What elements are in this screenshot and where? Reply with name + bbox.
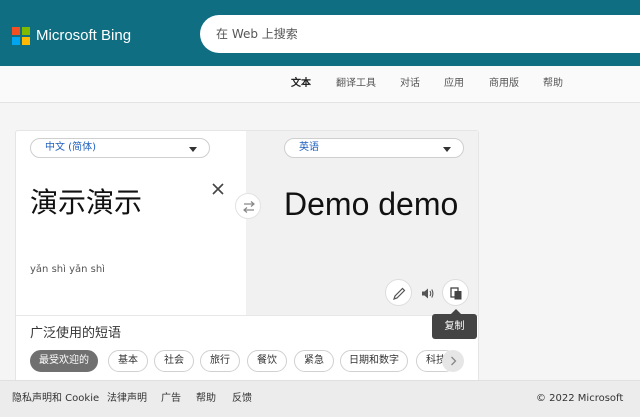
speaker-icon[interactable] xyxy=(413,279,440,306)
top-nav: 文本 翻译工具 对话 应用 商用版 帮助 xyxy=(0,66,640,103)
nav-item-apps[interactable]: 应用 xyxy=(444,77,464,91)
pencil-icon[interactable] xyxy=(385,279,412,306)
chip-basic[interactable]: 基本 xyxy=(108,350,148,372)
footer-link-privacy[interactable]: 隐私声明和 Cookie xyxy=(12,392,99,406)
microsoft-logo-icon[interactable] xyxy=(12,27,30,45)
nav-item-translator-tools[interactable]: 翻译工具 xyxy=(336,77,376,91)
footer-link-help[interactable]: 帮助 xyxy=(196,392,216,406)
translated-text: Demo demo xyxy=(284,186,459,222)
chip-emergency[interactable]: 紧急 xyxy=(294,350,334,372)
footer-link-advertise[interactable]: 广告 xyxy=(161,392,181,406)
chip-dining[interactable]: 餐饮 xyxy=(247,350,287,372)
nav-item-conversation[interactable]: 对话 xyxy=(400,77,420,91)
close-icon[interactable] xyxy=(209,180,227,198)
phrases-title: 广泛使用的短语 xyxy=(30,326,122,341)
swap-icon[interactable] xyxy=(235,193,261,219)
search-box[interactable] xyxy=(200,15,640,53)
nav-item-text[interactable]: 文本 xyxy=(291,77,311,91)
header-bar: Microsoft Bing xyxy=(0,0,640,66)
chip-most-popular[interactable]: 最受欢迎的 xyxy=(30,350,98,372)
target-language-select[interactable]: 英语 xyxy=(284,138,464,158)
source-language-select[interactable]: 中文 (简体) xyxy=(30,138,210,158)
source-language-label: 中文 (简体) xyxy=(45,142,96,153)
source-text-input[interactable]: 演示演示 xyxy=(30,185,142,221)
chevron-down-icon xyxy=(189,147,197,152)
brand-name[interactable]: Microsoft Bing xyxy=(36,27,131,45)
chevron-right-icon[interactable] xyxy=(442,350,464,372)
nav-item-business[interactable]: 商用版 xyxy=(489,77,519,91)
copyright: © 2022 Microsoft xyxy=(536,393,624,404)
chip-travel[interactable]: 旅行 xyxy=(200,350,240,372)
chip-social[interactable]: 社会 xyxy=(154,350,194,372)
pinyin-text: yǎn shì yǎn shì xyxy=(30,264,105,275)
footer-link-feedback[interactable]: 反馈 xyxy=(232,392,252,406)
search-input[interactable] xyxy=(216,25,616,43)
chip-dates-numbers[interactable]: 日期和数字 xyxy=(340,350,408,372)
target-language-label: 英语 xyxy=(299,142,319,153)
copy-tooltip: 复制 xyxy=(432,309,477,339)
divider xyxy=(16,315,478,316)
footer-link-legal[interactable]: 法律声明 xyxy=(107,392,147,406)
nav-item-help[interactable]: 帮助 xyxy=(543,77,563,91)
copy-icon[interactable] xyxy=(442,279,469,306)
footer: 隐私声明和 Cookie 法律声明 广告 帮助 反馈 © 2022 Micros… xyxy=(0,380,640,417)
chevron-down-icon xyxy=(443,147,451,152)
phrase-category-row: 最受欢迎的 基本 社会 旅行 餐饮 紧急 日期和数字 科技 xyxy=(30,350,464,374)
